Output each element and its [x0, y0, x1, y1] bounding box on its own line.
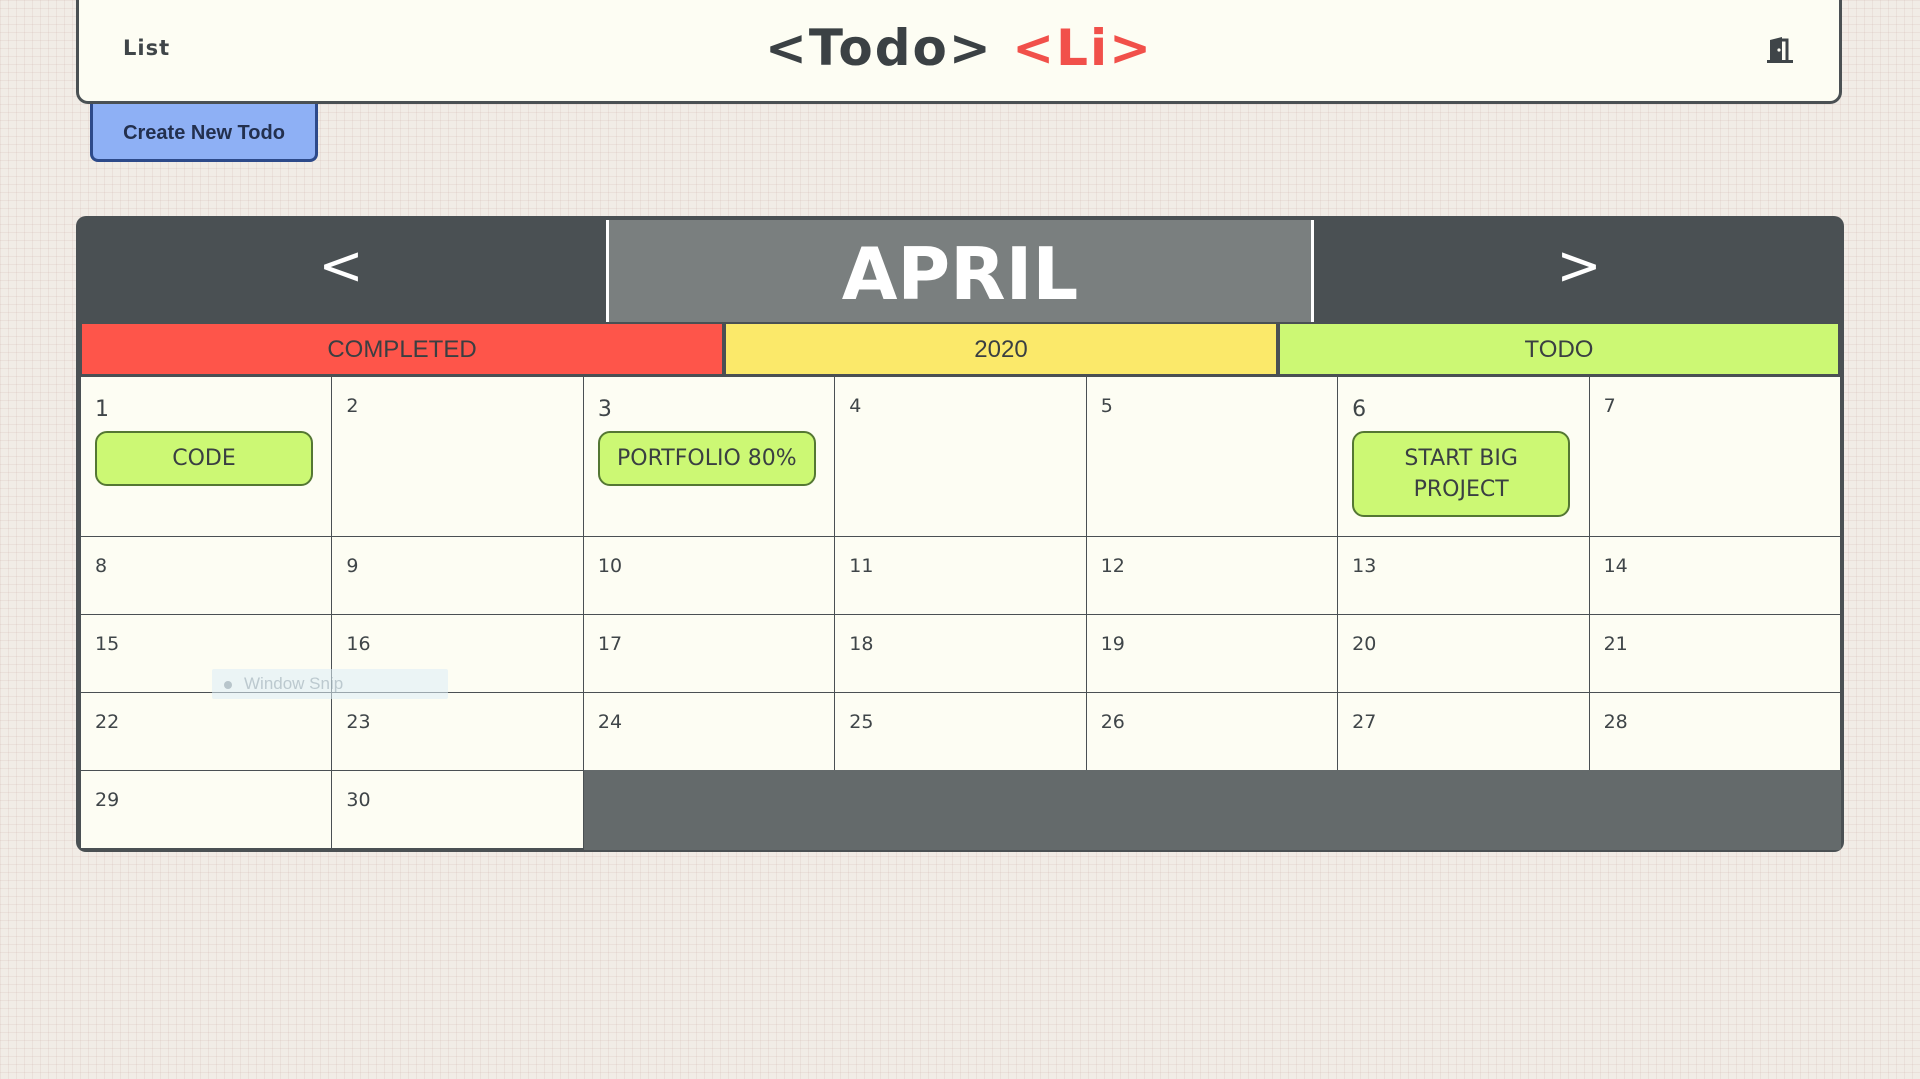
calendar: < APRIL > COMPLETED 2020 TODO 1 CODE 2 3 POR… [76, 216, 1844, 852]
day-cell[interactable]: 13 [1337, 536, 1590, 615]
day-number: 10 [597, 555, 623, 577]
day-cell[interactable]: 1 CODE [80, 376, 333, 537]
prev-month-button[interactable]: < [76, 216, 606, 322]
day-number: 26 [1100, 711, 1125, 733]
day-cell[interactable]: 28 [1588, 692, 1841, 771]
day-number: 14 [1603, 555, 1628, 577]
day-cell[interactable]: 27 [1337, 692, 1590, 771]
todo-chip[interactable]: START BIG PROJECT [1352, 431, 1571, 517]
day-number: 8 [95, 555, 108, 577]
day-cell[interactable]: 3 PORTFOLIO 80% [582, 376, 836, 537]
day-number: 6 [1352, 397, 1367, 422]
day-number: 3 [597, 397, 612, 422]
month-title[interactable]: APRIL [606, 220, 1314, 322]
day-number: 5 [1100, 395, 1113, 417]
day-number: 28 [1603, 711, 1628, 733]
day-number: 22 [95, 711, 120, 733]
app-logo[interactable]: <Todo> <Li> [79, 18, 1839, 78]
day-cell[interactable]: 26 [1085, 692, 1339, 771]
day-number: 2 [346, 395, 359, 417]
day-number: 27 [1352, 711, 1377, 733]
window-snip-tooltip: Window Snip [212, 669, 448, 699]
day-number: 11 [849, 555, 874, 577]
todo-filter[interactable]: TODO [1278, 322, 1840, 376]
app-header: List <Todo> <Li> [76, 0, 1842, 104]
year-label[interactable]: 2020 [724, 322, 1278, 376]
day-cell[interactable]: 9 [331, 536, 584, 615]
day-cell[interactable]: 7 [1588, 376, 1841, 537]
day-cell[interactable]: 20 [1337, 614, 1590, 693]
day-cell[interactable]: 22 [80, 692, 333, 771]
day-cell[interactable]: 12 [1085, 536, 1339, 615]
day-number: 19 [1100, 633, 1125, 655]
day-cell[interactable]: 18 [834, 614, 1087, 693]
day-cell[interactable]: 17 [582, 614, 836, 693]
day-number: 21 [1603, 633, 1628, 655]
day-cell[interactable]: 19 [1085, 614, 1339, 693]
day-number: 12 [1100, 555, 1125, 577]
todo-chip[interactable]: PORTFOLIO 80% [597, 431, 816, 486]
day-number: 16 [346, 633, 371, 655]
logo-todo: <Todo> [765, 19, 993, 77]
day-number: 23 [346, 711, 371, 733]
create-todo-button[interactable]: Create New Todo [90, 104, 318, 162]
day-number: 15 [95, 633, 120, 655]
day-cell[interactable]: 23 [331, 692, 584, 771]
day-number: 1 [95, 397, 109, 422]
day-number: 20 [1352, 633, 1377, 655]
tooltip-dot-icon [224, 680, 232, 689]
day-number: 9 [346, 555, 359, 577]
day-cell[interactable]: 21 [1588, 614, 1841, 693]
todo-chip[interactable]: CODE [95, 431, 313, 486]
calendar-nav: < APRIL > [76, 216, 1844, 322]
day-number: 17 [597, 633, 623, 655]
empty-days-area [583, 770, 1841, 850]
day-cell[interactable]: 25 [834, 692, 1087, 771]
day-cell[interactable]: 24 [582, 692, 836, 771]
day-number: 13 [1352, 555, 1377, 577]
day-cell[interactable]: 4 [834, 376, 1087, 537]
logo-li: <Li> [1012, 19, 1153, 77]
completed-filter[interactable]: COMPLETED [80, 322, 724, 376]
day-number: 24 [597, 711, 623, 733]
day-cell[interactable]: 30 [331, 770, 584, 849]
tooltip-text: Window Snip [244, 674, 344, 693]
day-number: 25 [849, 711, 874, 733]
day-cell[interactable]: 14 [1588, 536, 1841, 615]
calendar-grid: 1 CODE 2 3 PORTFOLIO 80% 4 5 6 START BIG PROJECT… [80, 376, 1841, 850]
day-cell[interactable]: 11 [834, 536, 1087, 615]
next-month-button[interactable]: > [1314, 216, 1844, 322]
door-icon[interactable] [1765, 36, 1795, 64]
day-cell[interactable]: 8 [80, 536, 333, 615]
day-cell[interactable]: 2 [331, 376, 584, 537]
day-number: 7 [1603, 395, 1616, 417]
day-cell[interactable]: 6 START BIG PROJECT [1337, 376, 1590, 537]
day-number: 30 [346, 789, 371, 811]
status-row: COMPLETED 2020 TODO [80, 322, 1840, 376]
day-cell[interactable]: 10 [582, 536, 836, 615]
day-number: 29 [95, 789, 120, 811]
day-number: 4 [849, 395, 862, 417]
day-number: 18 [849, 633, 874, 655]
day-cell[interactable]: 29 [80, 770, 333, 849]
day-cell[interactable]: 5 [1085, 376, 1339, 537]
